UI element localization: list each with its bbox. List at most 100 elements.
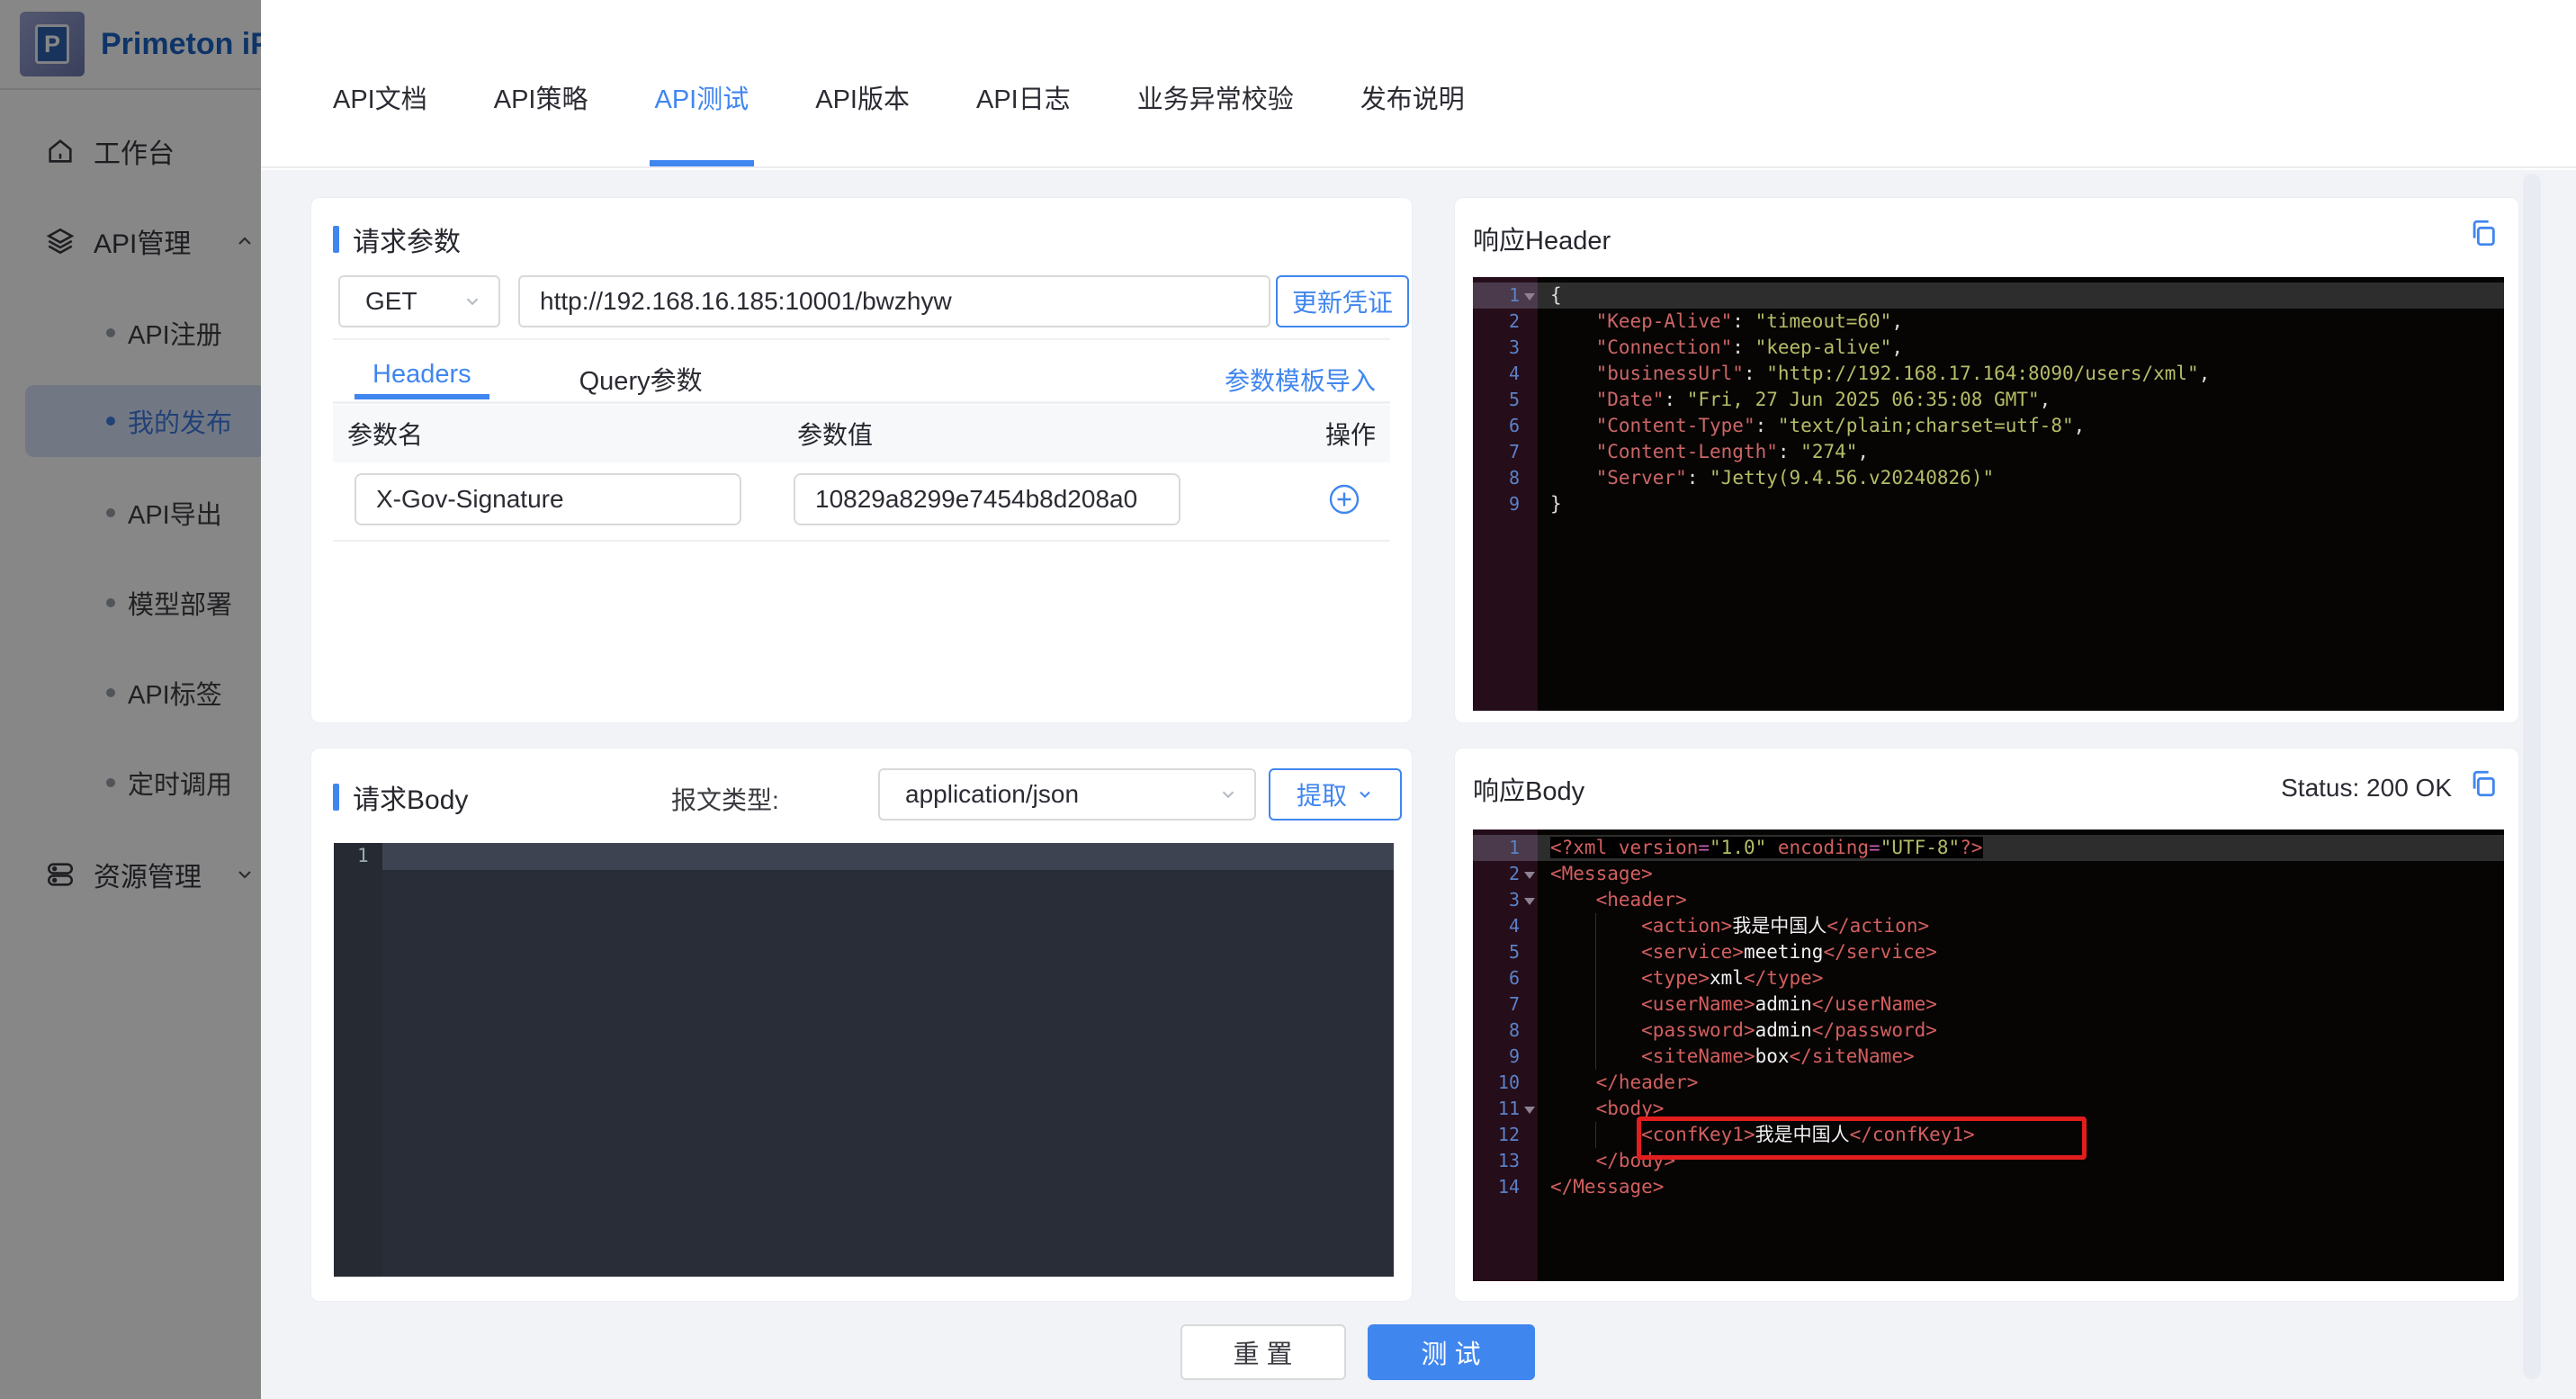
fold-arrow-icon[interactable] <box>1520 1096 1538 1122</box>
response-header-card: 响应Header 1{2 "Keep-Alive": "timeout=60",… <box>1454 197 2519 723</box>
response-body-card: 响应Body Status: 200 OK 1 <?xml version="1.… <box>1454 748 2519 1302</box>
tab-release-notes[interactable]: 发布说明 <box>1360 78 1465 166</box>
fold-arrow-icon[interactable] <box>1520 282 1538 309</box>
code-line: 3 "Connection": "keep-alive", <box>1473 335 2504 361</box>
fold-arrow-icon[interactable] <box>1520 861 1538 887</box>
request-body-card: 请求Body 报文类型: application/json 提取 1 <box>310 748 1413 1302</box>
chevron-down-icon <box>1222 791 1234 799</box>
tab-api-test[interactable]: API测试 <box>649 78 754 166</box>
request-body-editor[interactable]: 1 <box>334 843 1394 1277</box>
request-params-card: 请求参数 GET http://192.168.16.185:10001/bwz… <box>310 197 1413 723</box>
code-line: 2 "Keep-Alive": "timeout=60", <box>1473 309 2504 335</box>
response-header-code[interactable]: 1{2 "Keep-Alive": "timeout=60", 3 "Connec… <box>1473 277 2504 711</box>
code-line: 10 </header> <box>1473 1070 2504 1096</box>
editor-active-line <box>382 843 1394 870</box>
content-type-label: 报文类型: <box>671 786 779 814</box>
copy-icon[interactable] <box>2468 768 2499 799</box>
section-title-response-body: 响应Body <box>1473 777 1585 806</box>
code-line: 6 <type>xml</type> <box>1473 965 2504 991</box>
code-line: 2 <Message> <box>1473 861 2504 887</box>
code-line: 4 "businessUrl": "http://192.168.17.164:… <box>1473 361 2504 387</box>
code-line: 14 </Message> <box>1473 1174 2504 1200</box>
footer-buttons: 重 置 测 试 <box>200 1324 2515 1380</box>
col-action: 操作 <box>1324 421 1376 449</box>
add-param-icon[interactable] <box>1328 483 1360 516</box>
tab-business-exception-check[interactable]: 业务异常校验 <box>1137 78 1294 166</box>
col-param-value: 参数值 <box>797 421 874 449</box>
modal-content: 请求参数 GET http://192.168.16.185:10001/bwz… <box>261 170 2576 1399</box>
tab-api-doc[interactable]: API文档 <box>333 78 427 166</box>
param-template-import-link[interactable]: 参数模板导入 <box>1225 362 1376 398</box>
editor-gutter <box>334 843 382 1277</box>
chevron-down-icon <box>466 298 479 306</box>
param-table-header: 参数名 参数值 操作 <box>333 405 1390 462</box>
subtab-headers[interactable]: Headers <box>355 351 489 403</box>
api-test-modal: API文档 API策略 API测试 API版本 API日志 业务异常校验 发布说… <box>261 0 2576 1399</box>
annotation-red-box <box>1637 1117 2087 1160</box>
page: P Primeton iP 工作台 API管理 API注册 我的发布 API导出… <box>0 0 2576 1399</box>
editor-line-number: 1 <box>357 845 369 866</box>
content-type-select[interactable]: application/json <box>878 768 1256 821</box>
method-select[interactable]: GET <box>338 275 500 327</box>
param-subtabs: Headers Query参数 <box>355 351 721 403</box>
code-line: 5 "Date": "Fri, 27 Jun 2025 06:35:08 GMT… <box>1473 387 2504 413</box>
status-badge: Status: 200 OK <box>2281 774 2452 802</box>
indent-guide <box>1595 913 1596 1070</box>
accent-bar <box>333 226 339 253</box>
divider <box>333 338 1390 340</box>
code-line: 9 <siteName>box</siteName> <box>1473 1044 2504 1070</box>
indent-guide <box>1595 1122 1596 1148</box>
scrollbar-track[interactable] <box>2523 174 2541 1379</box>
code-line: 1{ <box>1473 282 2504 309</box>
code-line: 7 <userName>admin</userName> <box>1473 991 2504 1018</box>
modal-tabs: API文档 API策略 API测试 API版本 API日志 业务异常校验 发布说… <box>261 0 2576 168</box>
tab-api-policy[interactable]: API策略 <box>494 78 588 166</box>
chevron-down-icon <box>1360 791 1370 798</box>
section-title-request-params: 请求参数 <box>333 220 461 259</box>
extract-button[interactable]: 提取 <box>1269 768 1402 821</box>
code-line: 5 <service>meeting</service> <box>1473 939 2504 965</box>
update-credential-button[interactable]: 更新凭证 <box>1276 275 1409 327</box>
param-value-input[interactable]: 10829a8299e7454b8d208a0 <box>794 473 1180 525</box>
test-button[interactable]: 测 试 <box>1367 1324 1535 1380</box>
copy-icon[interactable] <box>2468 218 2499 248</box>
tab-api-log[interactable]: API日志 <box>976 78 1071 166</box>
accent-bar <box>333 784 339 811</box>
code-line: 9} <box>1473 491 2504 517</box>
code-line: 3 <header> <box>1473 887 2504 913</box>
subtab-query-params[interactable]: Query参数 <box>561 351 721 403</box>
reset-button[interactable]: 重 置 <box>1180 1324 1346 1380</box>
divider <box>333 540 1390 542</box>
code-line: 8 "Server": "Jetty(9.4.56.v20240826)" <box>1473 465 2504 491</box>
tab-api-version[interactable]: API版本 <box>815 78 910 166</box>
col-param-name: 参数名 <box>347 421 424 449</box>
code-line: 6 "Content-Type": "text/plain;charset=ut… <box>1473 413 2504 439</box>
param-name-input[interactable]: X-Gov-Signature <box>355 473 741 525</box>
code-line: 4 <action>我是中国人</action> <box>1473 913 2504 939</box>
fold-arrow-icon[interactable] <box>1520 887 1538 913</box>
section-title-request-body: 请求Body <box>333 777 468 817</box>
response-body-code[interactable]: 1 <?xml version="1.0" encoding="UTF-8"?> 2… <box>1473 830 2504 1281</box>
code-line: 1 <?xml version="1.0" encoding="UTF-8"?> <box>1473 835 2504 861</box>
code-line: 8 <password>admin</password> <box>1473 1018 2504 1044</box>
url-input[interactable]: http://192.168.16.185:10001/bwzhyw <box>518 275 1270 327</box>
